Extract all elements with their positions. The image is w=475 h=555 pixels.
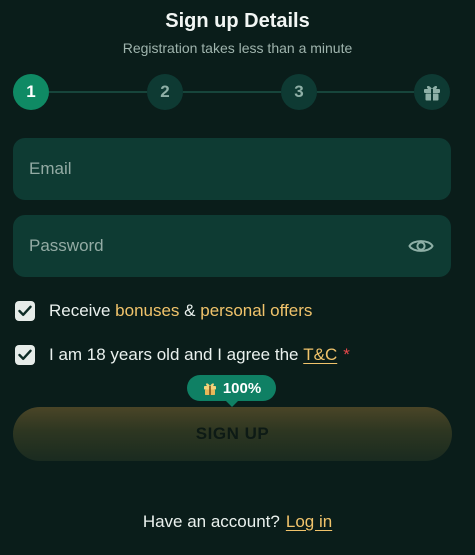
stepper-line xyxy=(49,91,147,93)
checkmark-icon xyxy=(18,305,32,316)
bonuses-checkbox[interactable] xyxy=(15,301,35,321)
age-checkbox[interactable] xyxy=(15,345,35,365)
step-2: 2 xyxy=(147,74,183,110)
bonuses-text-prefix: Receive xyxy=(49,301,111,320)
badge-value: 100% xyxy=(222,379,262,397)
tc-link[interactable]: T&C xyxy=(303,345,337,365)
step-gift xyxy=(414,74,450,110)
password-field[interactable] xyxy=(13,215,451,277)
sign-up-button[interactable]: SIGN UP xyxy=(13,407,452,461)
gift-icon xyxy=(202,380,218,396)
stepper-line xyxy=(317,91,414,93)
age-consent-row: I am 18 years old and I agree the T&C * xyxy=(15,345,350,365)
bonuses-link[interactable]: bonuses xyxy=(115,301,179,321)
gift-icon xyxy=(424,85,440,101)
login-link[interactable]: Log in xyxy=(286,512,332,531)
page-subtitle: Registration takes less than a minute xyxy=(122,40,353,56)
progress-stepper: 1 2 3 xyxy=(13,74,450,110)
required-mark: * xyxy=(343,345,350,364)
bonus-badge: 100% xyxy=(187,375,276,407)
checkmark-icon xyxy=(18,349,32,360)
eye-icon[interactable] xyxy=(408,234,434,258)
personal-offers-link[interactable]: personal offers xyxy=(200,301,312,321)
page-title: Sign up Details xyxy=(165,10,310,32)
step-1: 1 xyxy=(13,74,49,110)
bonuses-amp: & xyxy=(184,301,196,320)
stepper-line xyxy=(183,91,281,93)
step-3: 3 xyxy=(281,74,317,110)
email-field[interactable] xyxy=(13,138,451,200)
email-input[interactable] xyxy=(13,138,451,200)
have-account-text: Have an account? xyxy=(142,512,280,531)
bonuses-consent-row: Receive bonuses & personal offers xyxy=(15,301,312,321)
password-input[interactable] xyxy=(13,215,451,277)
age-consent-text: I am 18 years old and I agree the xyxy=(49,345,299,364)
login-prompt: Have an account? Log in xyxy=(0,512,475,532)
